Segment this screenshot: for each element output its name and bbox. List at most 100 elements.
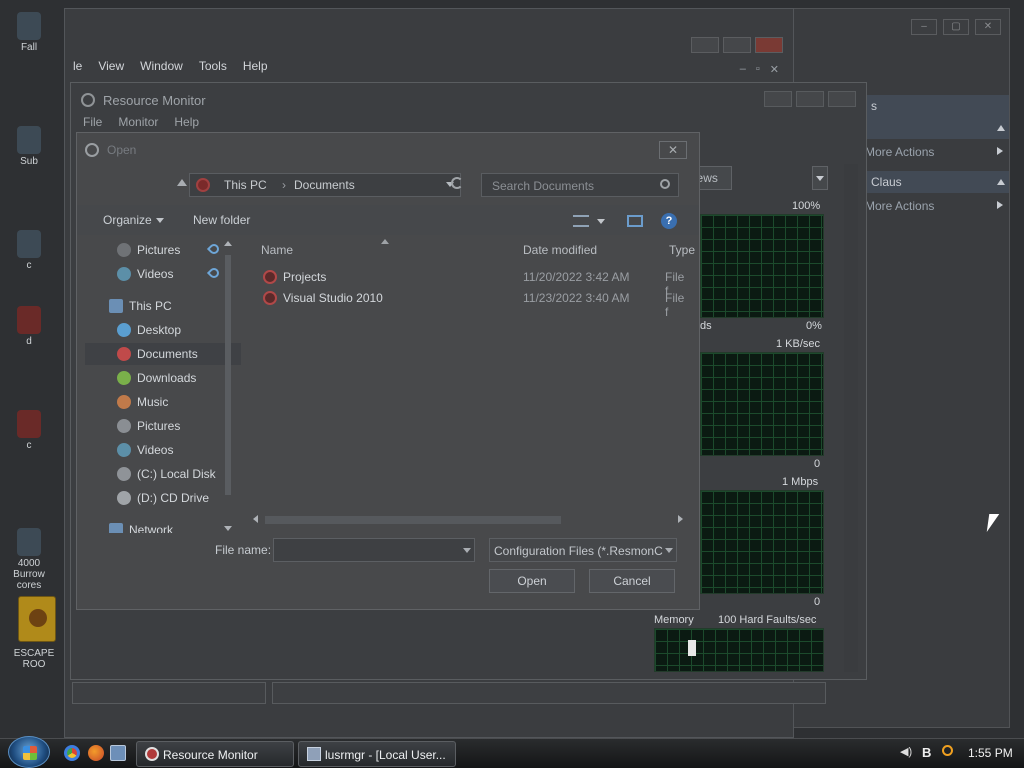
nav-item-pictures-pinned[interactable]: Pictures — [85, 239, 241, 261]
cpu-graph-caption: ds — [700, 320, 712, 332]
scroll-thumb[interactable] — [225, 255, 231, 495]
minimize-button[interactable] — [691, 37, 719, 53]
nav-item-videos[interactable]: Videos — [85, 439, 241, 461]
window-controls — [691, 37, 783, 53]
preview-pane-icon[interactable] — [627, 215, 643, 227]
scroll-right-icon[interactable] — [678, 515, 683, 523]
search-icon[interactable] — [942, 745, 953, 756]
firefox-icon[interactable] — [88, 745, 104, 761]
computer-icon — [109, 299, 123, 313]
navigation-scrollbar[interactable] — [223, 241, 233, 531]
dialog-title: Open — [107, 143, 137, 157]
pin-icon — [206, 265, 222, 281]
menu-item-monitor[interactable]: Monitor — [118, 115, 158, 129]
desktop-icon-5[interactable]: c — [4, 410, 54, 451]
search-input[interactable]: Search Documents — [481, 173, 679, 197]
nav-item-cd-drive[interactable]: (D:) CD Drive — [85, 487, 241, 509]
nav-item-pictures[interactable]: Pictures — [85, 415, 241, 437]
views-dropdown-button[interactable] — [812, 166, 828, 190]
scroll-up-icon[interactable] — [224, 241, 232, 246]
column-header-type[interactable]: Type — [669, 243, 695, 257]
cpu-graph-max: 100% — [792, 200, 821, 212]
breadcrumb-documents[interactable]: Documents — [294, 178, 355, 192]
pin-icon — [206, 241, 222, 257]
column-header-name[interactable]: Name — [261, 243, 293, 257]
desktop-icon-2[interactable]: Sub — [4, 126, 54, 167]
nav-item-desktop[interactable]: Desktop — [85, 319, 241, 341]
desktop-icon-label: 4000 Burrow cores — [13, 558, 45, 591]
desktop-icon-3[interactable]: c — [4, 230, 54, 271]
taskbar-button-resource-monitor[interactable]: Resource Monitor — [136, 741, 294, 767]
menu-item-tools[interactable]: Tools — [199, 59, 227, 73]
graphs-scrollbar[interactable] — [844, 164, 858, 672]
nav-item-documents[interactable]: Documents — [85, 343, 241, 365]
desktop-icon-1[interactable]: Fall — [4, 12, 54, 53]
scroll-left-icon[interactable] — [253, 515, 258, 523]
navigation-pane: Pictures Videos This PC Desktop Document… — [85, 237, 241, 533]
minimize-icon[interactable]: – — [740, 63, 746, 76]
nav-item-videos-pinned[interactable]: Videos — [85, 263, 241, 285]
maximize-button[interactable] — [796, 91, 824, 107]
file-row[interactable]: Visual Studio 2010 11/23/2022 3:40 AM Fi… — [259, 288, 689, 319]
chevron-down-icon[interactable] — [597, 219, 605, 224]
file-name-input[interactable] — [273, 538, 475, 562]
cancel-button[interactable]: Cancel — [589, 569, 675, 593]
close-button[interactable]: ✕ — [975, 19, 1001, 35]
file-row[interactable]: Projects 11/20/2022 3:42 AM File f — [259, 267, 689, 298]
minimize-button[interactable] — [764, 91, 792, 107]
new-folder-button[interactable]: New folder — [193, 213, 250, 227]
up-arrow-icon[interactable] — [177, 179, 187, 186]
more-actions-link[interactable]: More Actions — [865, 145, 934, 159]
desktop-icon-label: Sub — [20, 156, 38, 167]
column-header-date-modified[interactable]: Date modified — [523, 243, 597, 257]
clock[interactable]: 1:55 PM — [968, 746, 1013, 760]
breadcrumb-this-pc[interactable]: This PC — [224, 178, 267, 192]
open-button[interactable]: Open — [489, 569, 575, 593]
menu-item-help[interactable]: Help — [174, 115, 199, 129]
minimize-button[interactable]: – — [911, 19, 937, 35]
nav-item-network[interactable]: Network — [85, 519, 241, 533]
close-button[interactable] — [828, 91, 856, 107]
nav-item-music[interactable]: Music — [85, 391, 241, 413]
chrome-icon[interactable] — [64, 745, 80, 761]
help-icon[interactable]: ? — [661, 213, 677, 229]
menu-item[interactable]: le — [73, 59, 82, 73]
menu-item-file[interactable]: File — [83, 115, 102, 129]
close-button[interactable] — [755, 37, 783, 53]
tray-app-icon[interactable]: B — [922, 745, 936, 760]
file-type-select[interactable]: Configuration Files (*.ResmonC — [489, 538, 677, 562]
scroll-thumb[interactable] — [265, 516, 561, 524]
nav-item-this-pc[interactable]: This PC — [85, 295, 241, 317]
nav-item-local-disk[interactable]: (C:) Local Disk — [85, 463, 241, 485]
volume-icon[interactable]: ◀) — [900, 745, 914, 759]
close-icon[interactable]: ✕ — [770, 63, 779, 76]
menu-item-window[interactable]: Window — [140, 59, 183, 73]
maximize-button[interactable] — [723, 37, 751, 53]
desktop-icon-4[interactable]: d — [4, 306, 54, 347]
organize-button[interactable]: Organize — [103, 213, 164, 227]
maximize-button[interactable]: ▢ — [943, 19, 969, 35]
close-button[interactable]: ✕ — [659, 141, 687, 159]
chevron-down-icon[interactable] — [463, 548, 471, 553]
horizontal-scrollbar[interactable] — [251, 513, 687, 527]
desktop-icon-6[interactable]: 4000 Burrow cores — [4, 528, 54, 591]
more-actions-link[interactable]: More Actions — [865, 199, 934, 213]
refresh-icon[interactable] — [451, 177, 463, 189]
file-date: 11/20/2022 3:42 AM — [523, 270, 630, 284]
menu-item-help[interactable]: Help — [243, 59, 268, 73]
address-bar[interactable]: This PC › Documents — [189, 173, 461, 197]
menu-item-view[interactable]: View — [98, 59, 124, 73]
scroll-down-icon[interactable] — [224, 526, 232, 531]
restore-icon[interactable]: ▫ — [756, 63, 760, 76]
start-button[interactable] — [8, 736, 50, 768]
cpu-graph-min: 0% — [806, 320, 822, 332]
disk-graph-max: 1 KB/sec — [776, 338, 821, 350]
chevron-down-icon[interactable] — [665, 548, 673, 553]
collapse-icon — [997, 125, 1005, 131]
escape-room-folder-icon[interactable] — [18, 596, 56, 642]
pictures-icon — [117, 243, 131, 257]
show-desktop-icon[interactable] — [110, 745, 126, 761]
taskbar-button-lusrmgr[interactable]: lusrmgr - [Local User... — [298, 741, 456, 767]
nav-item-downloads[interactable]: Downloads — [85, 367, 241, 389]
view-options-icon[interactable] — [573, 215, 589, 227]
